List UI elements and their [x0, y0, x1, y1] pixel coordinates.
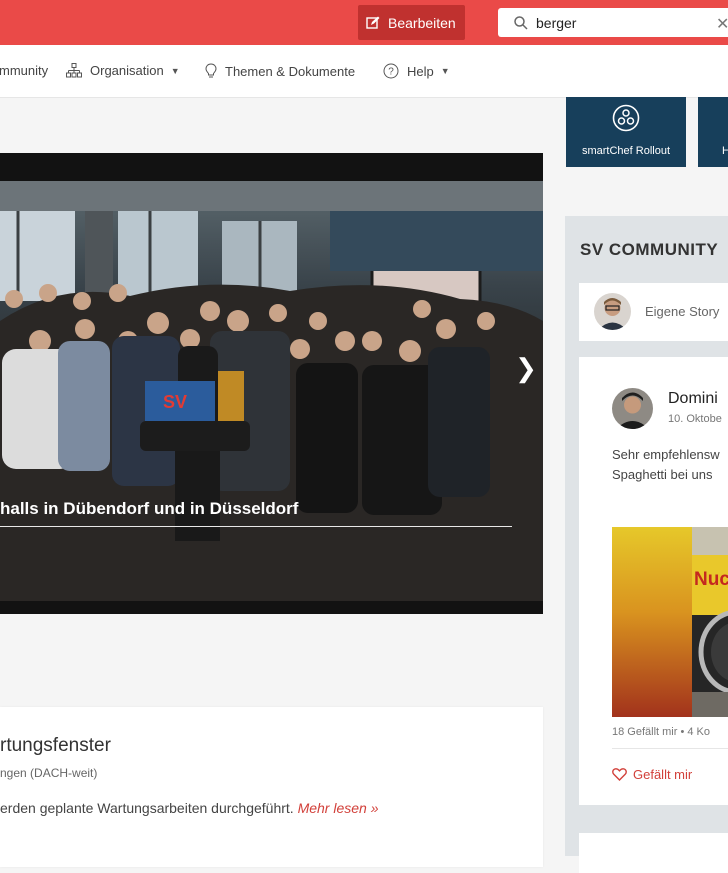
- hero-carousel[interactable]: SV halls in Dübendorf und in Düsseldorf …: [0, 153, 543, 614]
- nav-item-community[interactable]: mmunity: [0, 63, 48, 78]
- edit-icon: [366, 16, 380, 29]
- story-placeholder[interactable]: Eigene Story: [645, 304, 719, 319]
- sv-logo-text: SV: [163, 392, 187, 412]
- news-subtitle: ngen (DACH-weit): [0, 766, 98, 780]
- edit-button[interactable]: Bearbeiten: [358, 5, 465, 40]
- news-title[interactable]: rtungsfenster: [0, 735, 111, 757]
- like-button[interactable]: Gefällt mir: [612, 767, 692, 782]
- next-post-card: [579, 833, 728, 873]
- hero-headline[interactable]: halls in Dübendorf und in Düsseldorf: [0, 499, 512, 527]
- avatar: [594, 293, 631, 330]
- nav-item-themen[interactable]: Themen & Dokumente: [205, 63, 355, 79]
- news-teaser-text: erden geplante Wartungsarbeiten durchgef…: [0, 800, 294, 816]
- read-more-link[interactable]: Mehr lesen »: [298, 800, 379, 816]
- like-label: Gefällt mir: [633, 767, 693, 782]
- story-composer[interactable]: Eigene Story: [579, 283, 728, 341]
- nav-label: mmunity: [0, 63, 49, 78]
- org-chart-icon: [66, 63, 82, 78]
- nav-item-help[interactable]: ? Help ▼: [383, 63, 450, 79]
- tile-label: smartChef Rollout: [581, 145, 671, 157]
- nav-item-organisation[interactable]: Organisation ▼: [66, 63, 180, 78]
- cluster-icon: [612, 104, 640, 132]
- top-bar: Bearbeiten ✕: [0, 0, 728, 45]
- heart-icon: [612, 768, 627, 781]
- nav-label: Help: [407, 63, 434, 79]
- post-text: Sehr empfehlensw Spaghetti bei uns: [612, 445, 720, 485]
- post-author[interactable]: Domini: [668, 390, 718, 408]
- nav-label: Organisation: [90, 63, 164, 78]
- tile-label: H: [722, 145, 728, 157]
- community-title: SV COMMUNITY: [580, 240, 719, 259]
- svg-text:?: ?: [388, 67, 394, 78]
- search-input[interactable]: [536, 14, 686, 31]
- divider: [612, 748, 728, 749]
- community-post: Domini 10. Oktobe Sehr empfehlensw Spagh…: [579, 357, 728, 805]
- edit-button-label: Bearbeiten: [388, 14, 456, 31]
- group-photo: SV: [0, 181, 543, 601]
- main-nav: mmunity Organisation ▼ Themen & Dokument…: [0, 45, 728, 98]
- search-icon: [514, 15, 528, 30]
- search-box[interactable]: ✕: [498, 8, 728, 37]
- tile-partial[interactable]: H: [698, 97, 728, 167]
- help-icon: ?: [383, 63, 399, 79]
- post-date: 10. Oktobe: [668, 413, 722, 425]
- author-avatar[interactable]: [612, 388, 653, 429]
- post-text-line: Spaghetti bei uns: [612, 467, 713, 482]
- chevron-down-icon: ▼: [170, 65, 180, 76]
- nav-label: Themen & Dokumente: [225, 63, 356, 79]
- post-image[interactable]: Nuc: [612, 527, 728, 717]
- community-panel: SV COMMUNITY Eigene Story Domini 10. Okt…: [565, 216, 728, 873]
- news-teaser: erden geplante Wartungsarbeiten durchgef…: [0, 800, 379, 816]
- lightbulb-icon: [205, 63, 217, 78]
- post-text-line: Sehr empfehlensw: [612, 447, 720, 462]
- news-card[interactable]: rtungsfenster ngen (DACH-weit) erden gep…: [0, 707, 543, 867]
- post-image-text: Nuc: [694, 569, 728, 590]
- chevron-down-icon: ▼: [440, 66, 450, 76]
- clear-search-icon[interactable]: ✕: [716, 14, 728, 34]
- tile-smartchef-rollout[interactable]: smartChef Rollout: [566, 97, 686, 167]
- carousel-next-icon[interactable]: ❯: [510, 348, 542, 388]
- post-stats[interactable]: 18 Gefällt mir • 4 Ko: [612, 726, 710, 738]
